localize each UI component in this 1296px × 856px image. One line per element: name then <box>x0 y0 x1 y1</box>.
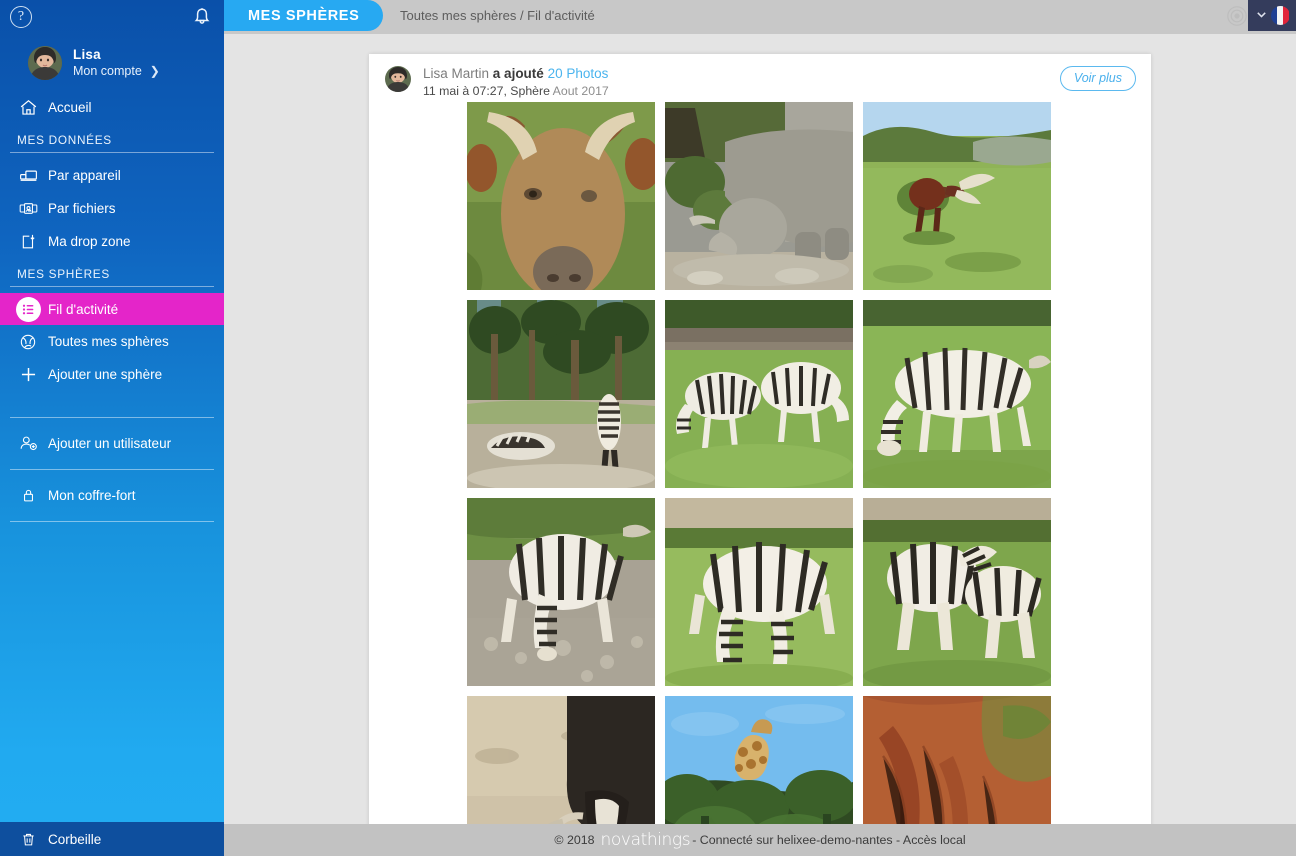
activity-summary: Lisa Martin a ajouté 20 Photos <box>423 65 609 82</box>
photo-thumbnail[interactable] <box>665 102 853 290</box>
sidebar-item-label: Ma drop zone <box>48 234 131 249</box>
activity-author: Lisa Martin <box>423 66 490 81</box>
photo-thumbnail[interactable] <box>863 696 1051 824</box>
avatar <box>28 46 62 80</box>
activity-timestamp: 11 mai à 07:27, Sphère <box>423 84 553 98</box>
profile-block[interactable]: Lisa Mon compte ❯ <box>0 34 224 88</box>
drop-zone-icon <box>12 232 44 252</box>
sidebar-item-accueil[interactable]: Accueil <box>0 91 224 124</box>
sidebar-item-label: Accueil <box>48 100 92 115</box>
activity-card-header: Lisa Martin a ajouté 20 Photos 11 mai à … <box>369 54 1151 100</box>
sidebar-item-label: Toutes mes sphères <box>48 334 169 349</box>
photo-thumbnail[interactable] <box>467 498 655 686</box>
language-selector[interactable] <box>1248 0 1296 31</box>
footer-copyright: © 2018 <box>554 833 595 847</box>
profile-name: Lisa <box>73 46 101 62</box>
divider <box>10 521 214 522</box>
profile-text: Lisa Mon compte ❯ <box>73 47 160 80</box>
notification-bell-icon[interactable] <box>190 5 214 29</box>
footer-info: - Connecté sur helixee-demo-nantes - Acc… <box>692 833 966 847</box>
divider <box>10 417 214 418</box>
activity-link-photos[interactable]: 20 Photos <box>548 66 609 81</box>
home-icon <box>12 98 44 117</box>
sidebar: ? Lisa Mon compte ❯ Accueil MES DONNÉES … <box>0 0 224 856</box>
photo-thumbnail[interactable] <box>863 300 1051 488</box>
activity-list-icon <box>12 296 44 322</box>
chevron-right-icon: ❯ <box>149 63 160 78</box>
settings-target-icon[interactable] <box>1226 5 1248 27</box>
sidebar-section-mes-spheres: MES SPHÈRES <box>17 267 110 281</box>
lock-icon <box>12 486 44 505</box>
avatar <box>385 66 411 92</box>
profile-account-link[interactable]: Mon compte ❯ <box>73 63 160 80</box>
photo-thumbnail[interactable] <box>863 498 1051 686</box>
sidebar-item-label: Ajouter une sphère <box>48 367 163 382</box>
activity-meta: 11 mai à 07:27, Sphère Aout 2017 <box>423 82 609 100</box>
divider <box>10 469 214 470</box>
divider <box>10 152 214 153</box>
device-icon <box>12 165 44 186</box>
photo-thumbnail[interactable] <box>467 696 655 824</box>
sidebar-item-label: Par fichiers <box>48 201 116 216</box>
tab-mes-spheres[interactable]: MES SPHÈRES <box>224 0 384 31</box>
divider <box>10 286 214 287</box>
footer-brand: novathings <box>600 830 691 850</box>
photo-thumbnail[interactable] <box>665 498 853 686</box>
topbar: MES SPHÈRES Toutes mes sphères / Fil d'a… <box>224 0 1296 34</box>
sidebar-item-fil-d-activite[interactable]: Fil d'activité <box>0 293 224 325</box>
sphere-icon <box>12 332 44 352</box>
breadcrumb: Toutes mes sphères / Fil d'activité <box>400 8 595 23</box>
photo-thumbnail[interactable] <box>467 102 655 290</box>
sidebar-item-corbeille[interactable]: Corbeille <box>0 822 224 856</box>
sidebar-top-row: ? <box>0 0 224 34</box>
voir-plus-button[interactable]: Voir plus <box>1059 66 1136 91</box>
sidebar-item-toutes-mes-spheres[interactable]: Toutes mes sphères <box>0 325 224 358</box>
question-mark-icon[interactable]: ? <box>10 6 32 28</box>
sidebar-item-ma-drop-zone[interactable]: Ma drop zone <box>0 225 224 258</box>
sidebar-item-mon-coffre-fort[interactable]: Mon coffre-fort <box>0 479 224 512</box>
photo-thumbnail[interactable] <box>665 696 853 824</box>
sidebar-item-label: Fil d'activité <box>48 301 119 317</box>
photo-thumbnail[interactable] <box>863 102 1051 290</box>
sidebar-section-mes-donnees: MES DONNÉES <box>17 133 112 147</box>
chevron-down-icon <box>1255 8 1268 24</box>
sidebar-item-label: Ajouter un utilisateur <box>48 436 172 451</box>
main-content: Lisa Martin a ajouté 20 Photos 11 mai à … <box>224 34 1296 824</box>
sidebar-item-ajouter-un-utilisateur[interactable]: Ajouter un utilisateur <box>0 427 224 460</box>
sidebar-item-label: Corbeille <box>48 831 102 847</box>
activity-sphere-name: Aout 2017 <box>552 84 609 98</box>
photo-grid <box>467 102 1057 824</box>
add-user-icon <box>12 433 44 454</box>
plus-icon <box>12 364 44 385</box>
sidebar-item-label: Mon coffre-fort <box>48 488 136 503</box>
profile-account-label: Mon compte <box>73 63 142 78</box>
french-flag-icon <box>1270 6 1290 25</box>
trash-icon <box>12 830 44 849</box>
sidebar-item-label: Par appareil <box>48 168 121 183</box>
activity-card: Lisa Martin a ajouté 20 Photos 11 mai à … <box>369 54 1151 824</box>
files-icon <box>12 198 44 219</box>
activity-text: Lisa Martin a ajouté 20 Photos 11 mai à … <box>423 65 609 100</box>
sidebar-item-ajouter-une-sphere[interactable]: Ajouter une sphère <box>0 358 224 391</box>
app-root: ? Lisa Mon compte ❯ Accueil MES DONNÉES … <box>0 0 1296 856</box>
photo-thumbnail[interactable] <box>467 300 655 488</box>
sidebar-item-par-appareil[interactable]: Par appareil <box>0 159 224 192</box>
photo-thumbnail[interactable] <box>665 300 853 488</box>
activity-action: a ajouté <box>492 66 544 81</box>
sidebar-item-par-fichiers[interactable]: Par fichiers <box>0 192 224 225</box>
footer: © 2018 novathings - Connecté sur helixee… <box>224 824 1296 856</box>
